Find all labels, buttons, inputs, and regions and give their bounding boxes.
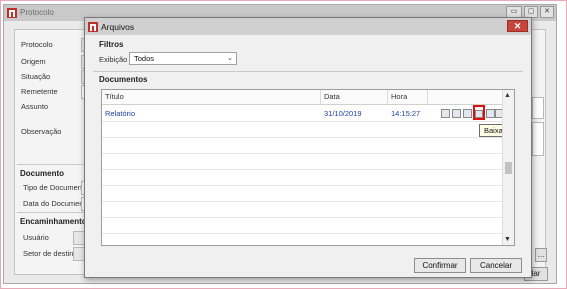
edit-icon[interactable] xyxy=(463,109,472,118)
ellipsis-button[interactable]: ... xyxy=(535,248,547,262)
exibicao-value: Todos xyxy=(134,54,155,63)
cancelar-button[interactable]: Cancelar xyxy=(470,258,522,273)
scroll-up-icon[interactable]: ▲ xyxy=(504,92,511,99)
row-titulo[interactable]: Relatório xyxy=(105,109,135,118)
usuario-label: Usuário xyxy=(23,233,49,242)
separator xyxy=(93,71,523,72)
row-separator xyxy=(102,169,504,170)
assunto-field-edge[interactable] xyxy=(532,97,544,119)
arquivos-title: Arquivos xyxy=(101,22,135,32)
assunto-label: Assunto xyxy=(21,102,49,111)
view-icon[interactable] xyxy=(441,109,450,118)
row-separator xyxy=(102,217,504,218)
download-highlight xyxy=(473,105,485,120)
protocolo-label: Protocolo xyxy=(21,40,53,49)
documentos-grid: Título Data Hora Relatório 31/10/2019 14… xyxy=(101,89,515,246)
origem-label: Origem xyxy=(21,57,46,66)
arquivos-titlebar: Arquivos ✕ xyxy=(85,18,531,35)
separator xyxy=(17,164,85,165)
column-header-titulo[interactable]: Título xyxy=(105,92,124,101)
row-separator xyxy=(102,137,504,138)
app-logo-icon xyxy=(88,22,98,32)
row-separator xyxy=(102,153,504,154)
setor-destino-label: Setor de destino xyxy=(23,249,78,258)
dialog-close-button[interactable]: ✕ xyxy=(507,20,528,32)
arquivos-dialog: Arquivos ✕ Filtros Exibição Todos ⌄ Docu… xyxy=(84,17,532,278)
chevron-down-icon: ⌄ xyxy=(227,55,233,62)
documentos-group-title: Documentos xyxy=(99,75,148,84)
column-divider xyxy=(427,90,428,104)
scroll-down-icon[interactable]: ▼ xyxy=(504,236,511,243)
column-divider xyxy=(320,90,321,104)
protocolo-title: Protocolo xyxy=(20,8,54,17)
column-header-hora[interactable]: Hora xyxy=(391,92,407,101)
observacao-label: Observação xyxy=(21,127,62,136)
exibicao-select[interactable]: Todos ⌄ xyxy=(129,52,237,65)
documento-section-title: Documento xyxy=(20,169,64,178)
separator xyxy=(17,212,85,213)
row-separator xyxy=(102,121,504,122)
tipo-documento-label: Tipo de Documento xyxy=(23,183,89,192)
close-button[interactable]: ✕ xyxy=(540,6,554,18)
row-hora: 14:15:27 xyxy=(391,109,421,118)
row-separator xyxy=(102,201,504,202)
print-icon[interactable] xyxy=(486,109,495,118)
app-logo-icon xyxy=(7,8,17,18)
document-icon[interactable] xyxy=(452,109,461,118)
column-header-data[interactable]: Data xyxy=(324,92,340,101)
exibicao-label: Exibição xyxy=(99,55,128,64)
observacao-field-edge[interactable] xyxy=(532,122,544,156)
confirmar-button[interactable]: Confirmar xyxy=(414,258,466,273)
data-documento-label: Data do Documento xyxy=(23,199,90,208)
encaminhamento-section-title: Encaminhamento xyxy=(20,217,87,226)
filtros-group-title: Filtros xyxy=(99,40,124,49)
grid-vertical-scrollbar[interactable]: ▲ ▼ xyxy=(502,90,514,245)
row-separator xyxy=(102,185,504,186)
scroll-thumb[interactable] xyxy=(505,162,512,174)
remetente-label: Remetente xyxy=(21,87,58,96)
row-data: 31/10/2019 xyxy=(324,109,362,118)
situacao-label: Situação xyxy=(21,72,51,81)
grid-header: Título Data Hora xyxy=(102,90,504,105)
column-divider xyxy=(387,90,388,104)
row-separator xyxy=(102,233,504,234)
